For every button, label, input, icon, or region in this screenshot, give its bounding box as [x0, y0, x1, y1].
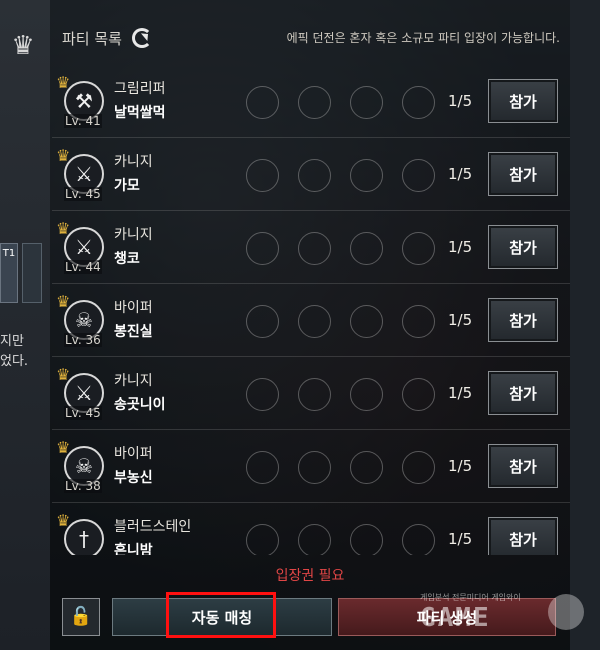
member-slots: [246, 305, 435, 338]
empty-slot: [246, 86, 279, 119]
join-button[interactable]: 참가: [488, 517, 558, 555]
empty-slot: [350, 159, 383, 192]
list-item: ♛ ☠ Lv. 36 바이퍼 봉진실 1/5 참가: [52, 284, 570, 357]
left-text-1: 지만: [0, 334, 24, 349]
member-count: 1/5: [448, 165, 473, 183]
leader-class: 그림리퍼: [114, 81, 166, 97]
crown-skull-icon[interactable]: ♛: [8, 26, 38, 66]
join-button[interactable]: 참가: [488, 225, 558, 269]
empty-slot: [246, 159, 279, 192]
item-thumbnail: [22, 243, 42, 303]
empty-slot: [246, 305, 279, 338]
leader-class: 바이퍼: [114, 300, 153, 316]
member-slots: [246, 524, 435, 555]
list-item: ♛ † 블러드스테인 흔니밤 1/5 참가: [52, 503, 570, 555]
member-slots: [246, 451, 435, 484]
empty-slot: [402, 305, 435, 338]
leader-name: 가모: [114, 178, 140, 194]
header-note: 에픽 던전은 혼자 혹은 소규모 파티 입장이 가능합니다.: [286, 31, 560, 45]
member-count: 1/5: [448, 238, 473, 256]
empty-slot: [298, 159, 331, 192]
list-item: ♛ ⚔ Lv. 45 카니지 가모 1/5 참가: [52, 138, 570, 211]
leader-class: 바이퍼: [114, 446, 153, 462]
leader-name: 날먹쌀먹: [114, 105, 166, 121]
leader-class: 블러드스테인: [114, 519, 192, 535]
leader-name: 봉진실: [114, 324, 153, 340]
join-button[interactable]: 참가: [488, 444, 558, 488]
empty-slot: [246, 524, 279, 555]
member-slots: [246, 378, 435, 411]
member-slots: [246, 232, 435, 265]
empty-slot: [246, 232, 279, 265]
join-button[interactable]: 참가: [488, 79, 558, 123]
member-slots: [246, 86, 435, 119]
empty-slot: [402, 451, 435, 484]
member-count: 1/5: [448, 384, 473, 402]
member-count: 1/5: [448, 311, 473, 329]
list-item: ♛ ⚔ Lv. 44 카니지 챙코 1/5 참가: [52, 211, 570, 284]
empty-slot: [350, 524, 383, 555]
empty-slot: [350, 451, 383, 484]
leader-level: Lv. 45: [64, 187, 102, 201]
leader-level: Lv. 45: [64, 406, 102, 420]
left-text-2: 었다.: [0, 354, 29, 369]
member-count: 1/5: [448, 530, 473, 548]
red-highlight-box: [166, 592, 276, 638]
empty-slot: [350, 305, 383, 338]
leader-name: 챙코: [114, 251, 140, 267]
leader-name: 송곳니이: [114, 397, 166, 413]
empty-slot: [298, 524, 331, 555]
empty-slot: [350, 86, 383, 119]
join-button[interactable]: 참가: [488, 371, 558, 415]
tier-badge: T1: [0, 243, 18, 303]
leader-level: Lv. 41: [64, 114, 102, 128]
ticket-required-notice: 입장권 필요: [275, 568, 345, 584]
empty-slot: [246, 378, 279, 411]
empty-slot: [402, 159, 435, 192]
right-edge: [570, 0, 600, 650]
watermark-circle-icon: [548, 594, 584, 630]
leader-level: Lv. 38: [64, 479, 102, 493]
panel-header: 파티 목록 에픽 던전은 혼자 혹은 소규모 파티 입장이 가능합니다.: [62, 25, 560, 51]
refresh-icon[interactable]: [131, 28, 152, 48]
leader-class: 카니지: [114, 227, 153, 243]
member-count: 1/5: [448, 457, 473, 475]
empty-slot: [402, 378, 435, 411]
leader-name: 흔니밤: [114, 543, 153, 555]
leader-level: Lv. 44: [64, 260, 102, 274]
party-list[interactable]: ♛ ⚒ Lv. 41 그림리퍼 날먹쌀먹 1/5 참가 ♛ ⚔ Lv. 45 카…: [52, 65, 570, 555]
member-count: 1/5: [448, 92, 473, 110]
member-slots: [246, 159, 435, 192]
leader-name: 부농신: [114, 470, 153, 486]
list-item: ♛ ⚒ Lv. 41 그림리퍼 날먹쌀먹 1/5 참가: [52, 65, 570, 138]
leader-level: Lv. 36: [64, 333, 102, 347]
left-sidebar: ♛ T1 지만 었다.: [0, 0, 50, 650]
empty-slot: [298, 232, 331, 265]
empty-slot: [246, 451, 279, 484]
leader-class: 카니지: [114, 154, 153, 170]
list-item: ♛ ☠ Lv. 38 바이퍼 부농신 1/5 참가: [52, 430, 570, 503]
join-button[interactable]: 참가: [488, 298, 558, 342]
join-button[interactable]: 참가: [488, 152, 558, 196]
lock-toggle-button[interactable]: 🔓: [62, 598, 100, 636]
leader-class: 카니지: [114, 373, 153, 389]
empty-slot: [350, 378, 383, 411]
empty-slot: [402, 86, 435, 119]
sword-icon: †: [64, 519, 104, 555]
empty-slot: [298, 378, 331, 411]
empty-slot: [350, 232, 383, 265]
empty-slot: [402, 524, 435, 555]
list-item: ♛ ⚔ Lv. 45 카니지 송곳니이 1/5 참가: [52, 357, 570, 430]
empty-slot: [298, 305, 331, 338]
empty-slot: [402, 232, 435, 265]
page-title: 파티 목록: [62, 29, 122, 48]
empty-slot: [298, 86, 331, 119]
empty-slot: [298, 451, 331, 484]
